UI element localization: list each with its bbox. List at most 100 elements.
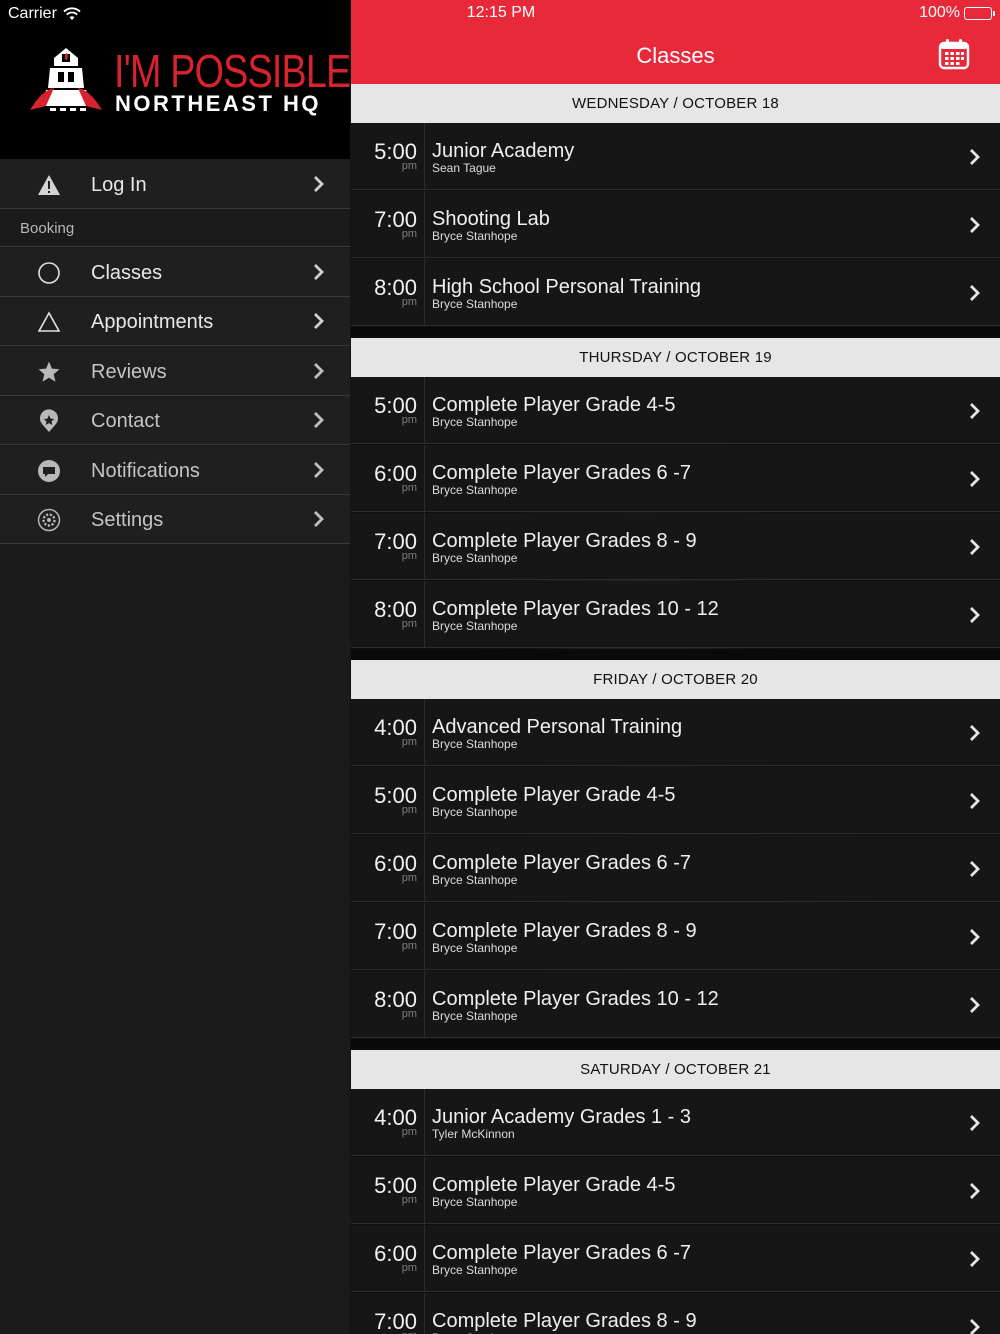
class-row[interactable]: 5:00 pm Complete Player Grade 4-5 Bryce Sta… [351, 1157, 1000, 1224]
time-divider [424, 971, 425, 1037]
chevron-right-icon [314, 412, 324, 428]
class-ampm: pm [401, 1194, 417, 1206]
class-name: Complete Player Grades 10 - 12 [432, 598, 719, 620]
class-ampm: pm [401, 804, 417, 816]
time-divider [424, 123, 425, 189]
class-instructor: Bryce Stanhope [432, 551, 518, 565]
battery-percent: 100% [919, 4, 960, 21]
class-row[interactable]: 6:00 pm Complete Player Grades 6 -7 Bryce S… [351, 1225, 1000, 1292]
chevron-right-icon [314, 313, 324, 329]
time-divider [424, 699, 425, 765]
class-row[interactable]: 8:00 pm Complete Player Grades 10 - 12 Bryc… [351, 581, 1000, 648]
day-header: SATURDAY / OCTOBER 21 [351, 1050, 1000, 1090]
sidebar-item-label: Contact [91, 410, 160, 432]
class-name: Junior Academy Grades 1 - 3 [432, 1106, 692, 1128]
chevron-right-icon [970, 285, 980, 301]
class-row[interactable]: 7:00pmComplete Player Grades 8 - 9Bryce … [351, 513, 1000, 580]
time-divider [424, 259, 425, 325]
sidebar-item-label: Log In [91, 174, 147, 196]
class-ampm: pm [401, 296, 417, 308]
booking-section-header: Booking [0, 209, 350, 247]
class-row[interactable]: 4:00 pm Advanced Personal Training Bryce St… [351, 699, 1000, 766]
chevron-right-icon [970, 217, 980, 233]
class-instructor: Bryce Stanhope [432, 415, 518, 429]
calendar-icon[interactable] [938, 38, 970, 70]
class-instructor: Bryce Stanhope [432, 1009, 518, 1023]
class-row[interactable]: 5:00 pm Complete Player Grade 4-5 Bryce Sta… [351, 377, 1000, 444]
status-bar-left: Carrier [8, 4, 81, 24]
time-divider [424, 1225, 425, 1291]
class-ampm: pm [401, 414, 417, 426]
sidebar-item-classes[interactable]: Classes [0, 248, 350, 297]
class-row[interactable]: 6:00 pm Complete Player Grades 6 -7 Bryce S… [351, 835, 1000, 902]
classes-panel: 12:15 PM 100% Classes WEDNESDAY / OCTOBE… [351, 0, 1000, 1334]
sidebar-item-label: Appointments [91, 311, 214, 333]
class-name: Complete Player Grades 8 - 9 [432, 920, 697, 942]
page-title: Classes [636, 43, 715, 68]
chevron-right-icon [970, 929, 980, 945]
chevron-right-icon [970, 793, 980, 809]
class-name: Complete Player Grade 4-5 [432, 1174, 676, 1196]
class-row[interactable]: 5:00 pm Complete Player Grade 4-5 Bryce Sta… [351, 767, 1000, 834]
chevron-right-icon [970, 1115, 980, 1131]
class-row[interactable]: 7:00pmComplete Player Grades 8 - 9Bryce … [351, 1293, 1000, 1334]
time-divider [424, 903, 425, 969]
lighthouse-logo-icon [30, 48, 102, 111]
time-divider [424, 767, 425, 833]
time-divider [424, 513, 425, 579]
sidebar-item-label: Notifications [91, 460, 200, 482]
class-instructor: Bryce Stanhope [432, 483, 518, 497]
time-divider [424, 581, 425, 647]
sidebar-item-contact[interactable]: Contact [0, 396, 350, 445]
class-row[interactable]: 7:00pmComplete Player Grades 8 - 9Bryce … [351, 903, 1000, 970]
brand-logo: I'M POSSIBLE NORTHEAST HQ [28, 44, 351, 116]
class-instructor: Bryce Stanhope [432, 1195, 518, 1209]
class-row[interactable]: 7:00 pm Shooting Lab Bryce Stanhope [351, 191, 1000, 258]
class-name: Complete Player Grades 6 -7 [432, 462, 692, 484]
time-divider [424, 1157, 425, 1223]
class-name: Advanced Personal Training [432, 716, 683, 738]
status-battery: 100% [919, 4, 995, 22]
day-header: WEDNESDAY / OCTOBER 18 [351, 84, 1000, 124]
class-ampm: pm [351, 1330, 417, 1334]
star-icon [36, 360, 62, 384]
chevron-right-icon [970, 725, 980, 741]
brand-location: NORTHEAST HQ [115, 91, 321, 116]
circle-icon [36, 261, 62, 285]
class-row[interactable]: 8:00 pm High School Personal Training Bryce… [351, 259, 1000, 326]
gear-icon [36, 508, 62, 532]
sidebar-item-reviews[interactable]: Reviews [0, 347, 350, 396]
wifi-icon [63, 7, 81, 20]
sidebar-item-notifications[interactable]: Notifications [0, 446, 350, 495]
class-name: Complete Player Grades 8 - 9 [432, 530, 697, 552]
sidebar-item-login[interactable]: Log In [0, 160, 350, 209]
class-row[interactable]: 4:00 pm Junior Academy Grades 1 - 3 Tyler M… [351, 1089, 1000, 1156]
class-ampm: pm [401, 940, 417, 952]
location-pin-icon [36, 409, 62, 433]
sidebar-item-settings[interactable]: Settings [0, 495, 350, 544]
class-instructor: Sean Tague [432, 161, 496, 175]
chevron-right-icon [970, 1319, 980, 1334]
class-ampm: pm [401, 872, 417, 884]
section-gap [351, 327, 1000, 338]
class-row[interactable]: 8:00 pm Complete Player Grades 10 - 12 Bryc… [351, 971, 1000, 1038]
class-ampm: pm [401, 228, 417, 240]
class-ampm: pm [401, 1008, 417, 1020]
chevron-right-icon [970, 861, 980, 877]
class-ampm: pm [401, 550, 417, 562]
class-row[interactable]: 5:00 pm Junior Academy Sean Tague [351, 123, 1000, 190]
logo-header: Carrier I'M POSSIBLE NORTHEAST HQ [0, 0, 351, 159]
sidebar-item-appointments[interactable]: Appointments [0, 297, 350, 346]
class-row[interactable]: 6:00 pm Complete Player Grades 6 -7 Bryce S… [351, 445, 1000, 512]
class-instructor: Tyler McKinnon [432, 1127, 515, 1141]
time-divider [424, 377, 425, 443]
chevron-right-icon [970, 403, 980, 419]
time-divider [424, 1089, 425, 1155]
class-instructor: Bryce Stanhope [432, 1263, 518, 1277]
triangle-icon [36, 310, 62, 334]
section-gap [351, 649, 1000, 660]
class-instructor: Bryce Stanhope [432, 229, 518, 243]
sidebar-item-label: Reviews [91, 361, 167, 383]
chevron-right-icon [970, 607, 980, 623]
class-name: Complete Player Grades 8 - 9 [432, 1310, 697, 1332]
